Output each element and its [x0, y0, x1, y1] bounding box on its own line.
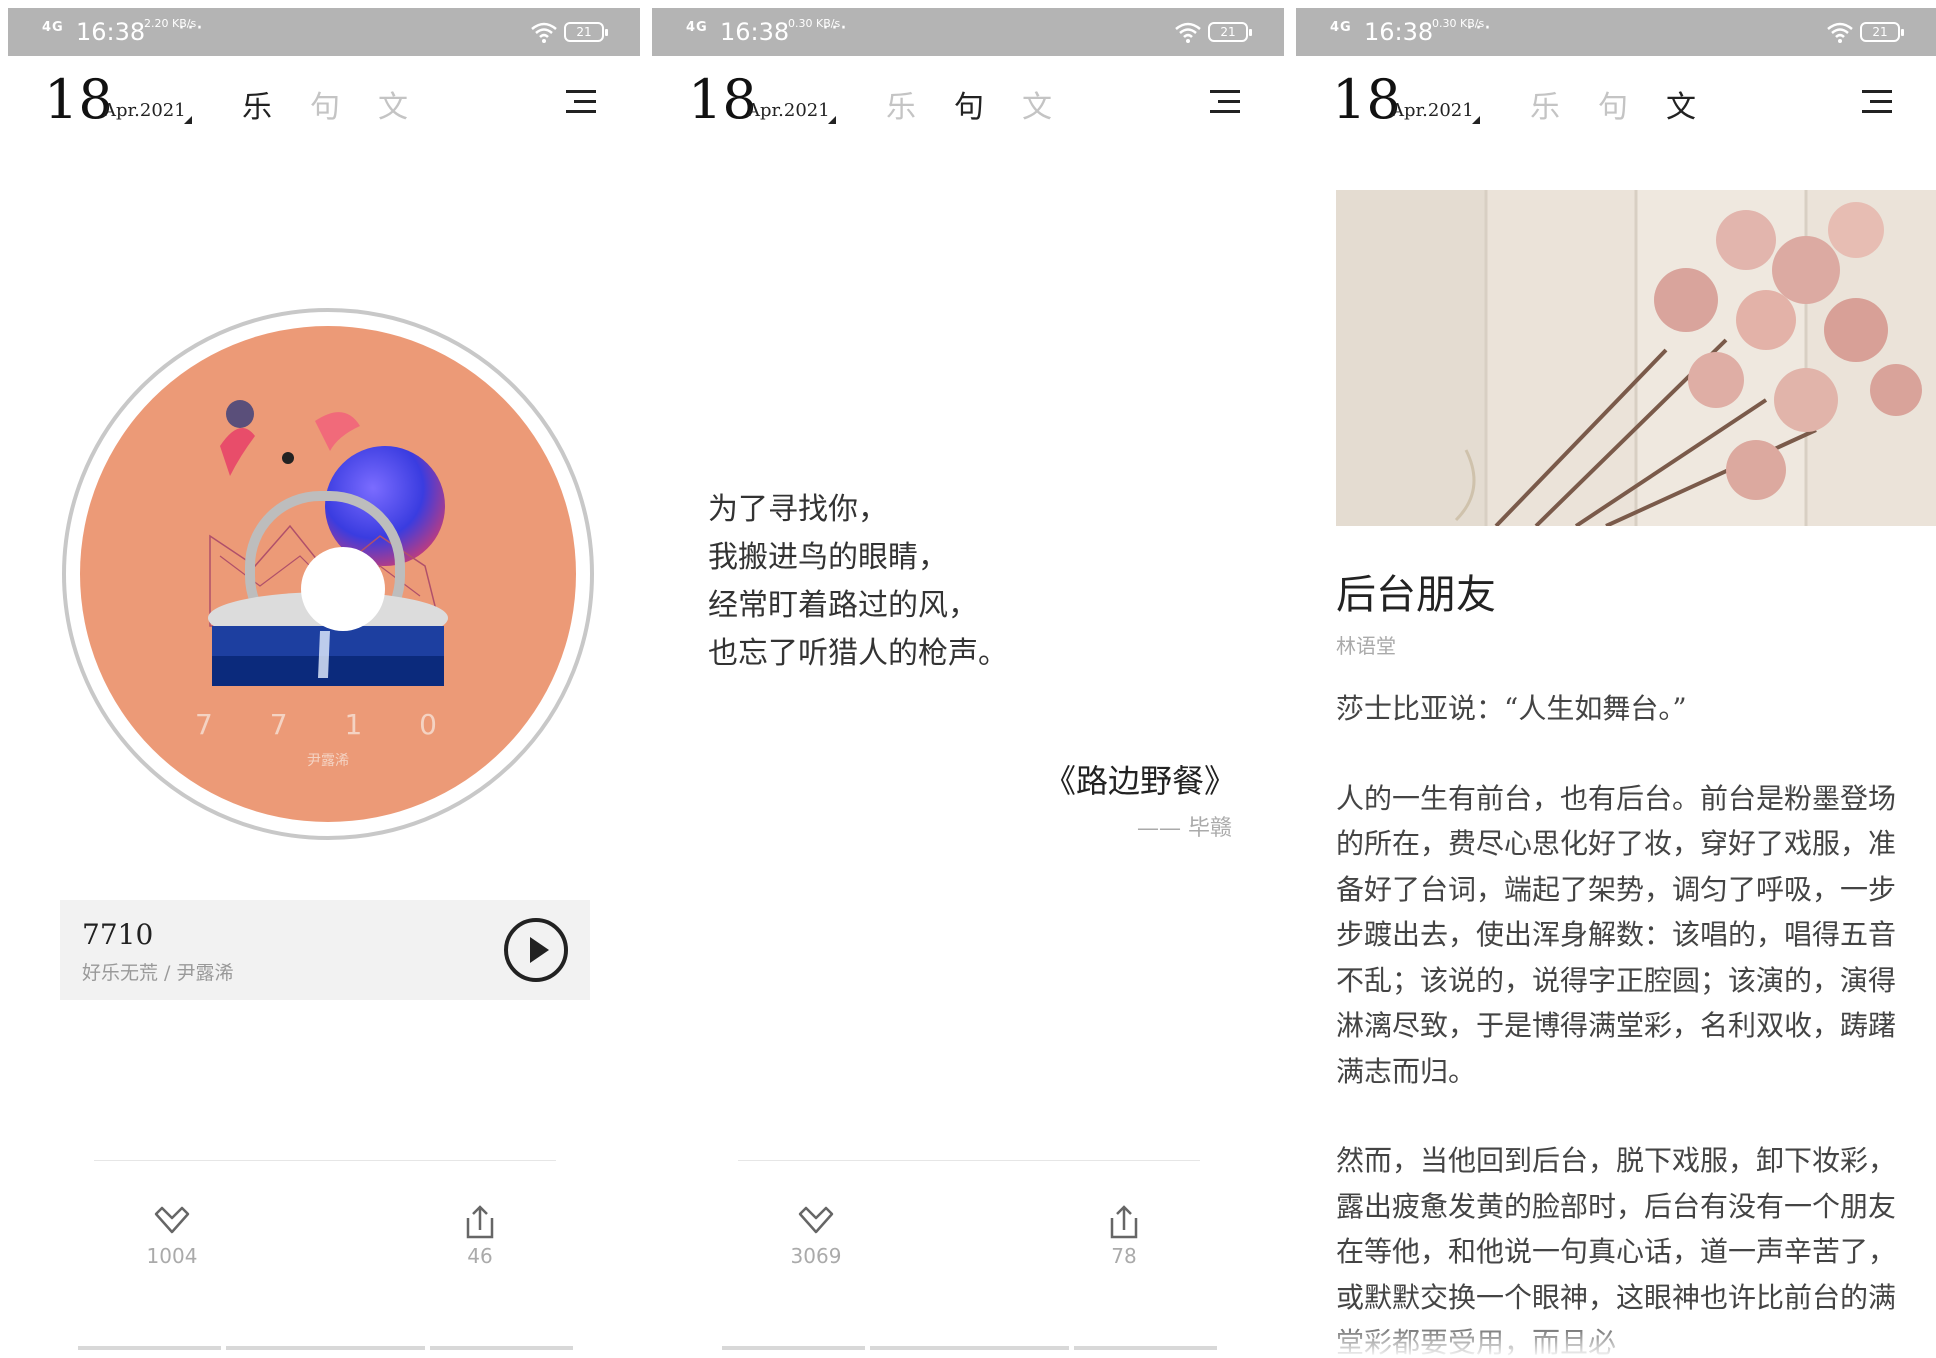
progress-segment [722, 1346, 865, 1350]
date-corner-mark [184, 116, 192, 124]
article-paragraph: 人的一生有前台，也有后台。前台是粉墨登场的所在，费尽心思化好了妆，穿好了戏服，准… [1336, 781, 1897, 1088]
track-title: 7710 [82, 918, 154, 951]
status-time: 16:38 [1364, 18, 1434, 46]
bottom-fade [1296, 1318, 1936, 1358]
progress-segment [226, 1346, 425, 1350]
heart-icon [798, 1206, 834, 1234]
like-button[interactable]: 3069 [756, 1204, 876, 1268]
play-button[interactable] [504, 918, 568, 982]
divider [94, 1160, 556, 1161]
date-month: Apr.2021 [103, 100, 186, 121]
progress-segment [78, 1346, 221, 1350]
cover-artist: 尹露浠 [307, 753, 349, 769]
quote-source: 《路边野餐》 [1043, 762, 1236, 800]
date-month: Apr.2021 [747, 100, 830, 121]
share-count: 46 [467, 1244, 493, 1268]
battery-icon: 21 [1860, 22, 1904, 42]
status-time: 16:38 [720, 18, 790, 46]
signal-indicator: 4G [686, 20, 708, 35]
menu-icon[interactable] [1210, 90, 1240, 114]
status-bar: 4G 16:38 0.30 KB/s ··· 21 [1296, 8, 1936, 56]
like-count: 3069 [790, 1244, 842, 1268]
music-panel: 4G 16:38 2.20 KB/s ··· 21 18 Apr.2021 乐 … [8, 0, 640, 1358]
article-paragraph: 莎士比亚说：“人生如舞台。” [1336, 692, 1687, 725]
like-button[interactable]: 1004 [112, 1204, 232, 1268]
share-icon [466, 1205, 494, 1239]
quote-panel: 4G 16:38 0.30 KB/s ··· 21 18 Apr.2021 乐 … [652, 0, 1284, 1358]
tab-quote[interactable]: 句 [1598, 82, 1628, 126]
more-dots: ··· [178, 16, 205, 41]
battery-icon: 21 [564, 22, 608, 42]
battery-icon: 21 [1208, 22, 1252, 42]
article-panel: 4G 16:38 0.30 KB/s ··· 21 18 Apr.2021 乐 … [1296, 0, 1936, 1358]
tab-article[interactable]: 文 [1022, 82, 1052, 126]
heart-icon [154, 1206, 190, 1234]
quote-line: 经常盯着路过的风， [708, 588, 978, 623]
quote-line: 我搬进鸟的眼睛， [708, 540, 948, 575]
wifi-icon [531, 22, 557, 43]
share-button[interactable]: 46 [420, 1204, 540, 1268]
tab-music[interactable]: 乐 [242, 82, 272, 126]
wifi-icon [1827, 22, 1853, 43]
quote-line: 为了寻找你， [708, 492, 888, 527]
signal-indicator: 4G [42, 20, 64, 35]
top-header: 18 Apr.2021 乐 句 文 [652, 70, 1284, 140]
signal-indicator: 4G [1330, 20, 1352, 35]
dried-roses-image [1336, 190, 1936, 526]
more-dots: ··· [822, 16, 849, 41]
top-header: 18 Apr.2021 乐 句 文 [1296, 70, 1936, 140]
share-icon [1110, 1205, 1138, 1239]
divider [738, 1160, 1200, 1161]
album-disc: 7 7 1 0 尹露浠 [62, 308, 594, 840]
disc-center-hole [301, 547, 385, 631]
tab-article[interactable]: 文 [378, 82, 408, 126]
status-time: 16:38 [76, 18, 146, 46]
tab-quote[interactable]: 句 [954, 82, 984, 126]
share-button[interactable]: 78 [1064, 1204, 1184, 1268]
progress-segment [870, 1346, 1069, 1350]
article-cover-image [1336, 190, 1936, 526]
progress-segment [430, 1346, 573, 1350]
track-card[interactable]: 7710 好乐无荒 / 尹露浠 [60, 900, 590, 1000]
quote-author: —— 毕赣 [1137, 816, 1232, 841]
tab-quote[interactable]: 句 [310, 82, 340, 126]
wifi-icon [1175, 22, 1201, 43]
status-bar: 4G 16:38 0.30 KB/s ··· 21 [652, 8, 1284, 56]
article-author: 林语堂 [1336, 634, 1396, 658]
share-count: 78 [1111, 1244, 1137, 1268]
album-cover: 7 7 1 0 尹露浠 [80, 326, 576, 822]
progress-segment [1074, 1346, 1217, 1350]
menu-icon[interactable] [1862, 90, 1892, 114]
like-count: 1004 [146, 1244, 198, 1268]
tab-music[interactable]: 乐 [1530, 82, 1560, 126]
tab-article[interactable]: 文 [1666, 82, 1696, 126]
menu-icon[interactable] [566, 90, 596, 114]
article-body: 莎士比亚说：“人生如舞台。” 人的一生有前台，也有后台。前台是粉墨登场的所在，费… [1336, 686, 1896, 1358]
date-corner-mark [828, 116, 836, 124]
quote-line: 也忘了听猎人的枪声。 [708, 636, 1008, 671]
date-corner-mark [1472, 116, 1480, 124]
article-title: 后台朋友 [1336, 572, 1496, 618]
more-dots: ··· [1466, 16, 1493, 41]
status-bar: 4G 16:38 2.20 KB/s ··· 21 [8, 8, 640, 56]
cover-title: 7 7 1 0 [195, 708, 461, 741]
track-subtitle: 好乐无荒 / 尹露浠 [82, 962, 234, 984]
date-month: Apr.2021 [1391, 100, 1474, 121]
top-header: 18 Apr.2021 乐 句 文 [8, 70, 640, 140]
quote-text: 为了寻找你， 我搬进鸟的眼睛， 经常盯着路过的风， 也忘了听猎人的枪声。 [708, 486, 1008, 678]
tab-music[interactable]: 乐 [886, 82, 916, 126]
